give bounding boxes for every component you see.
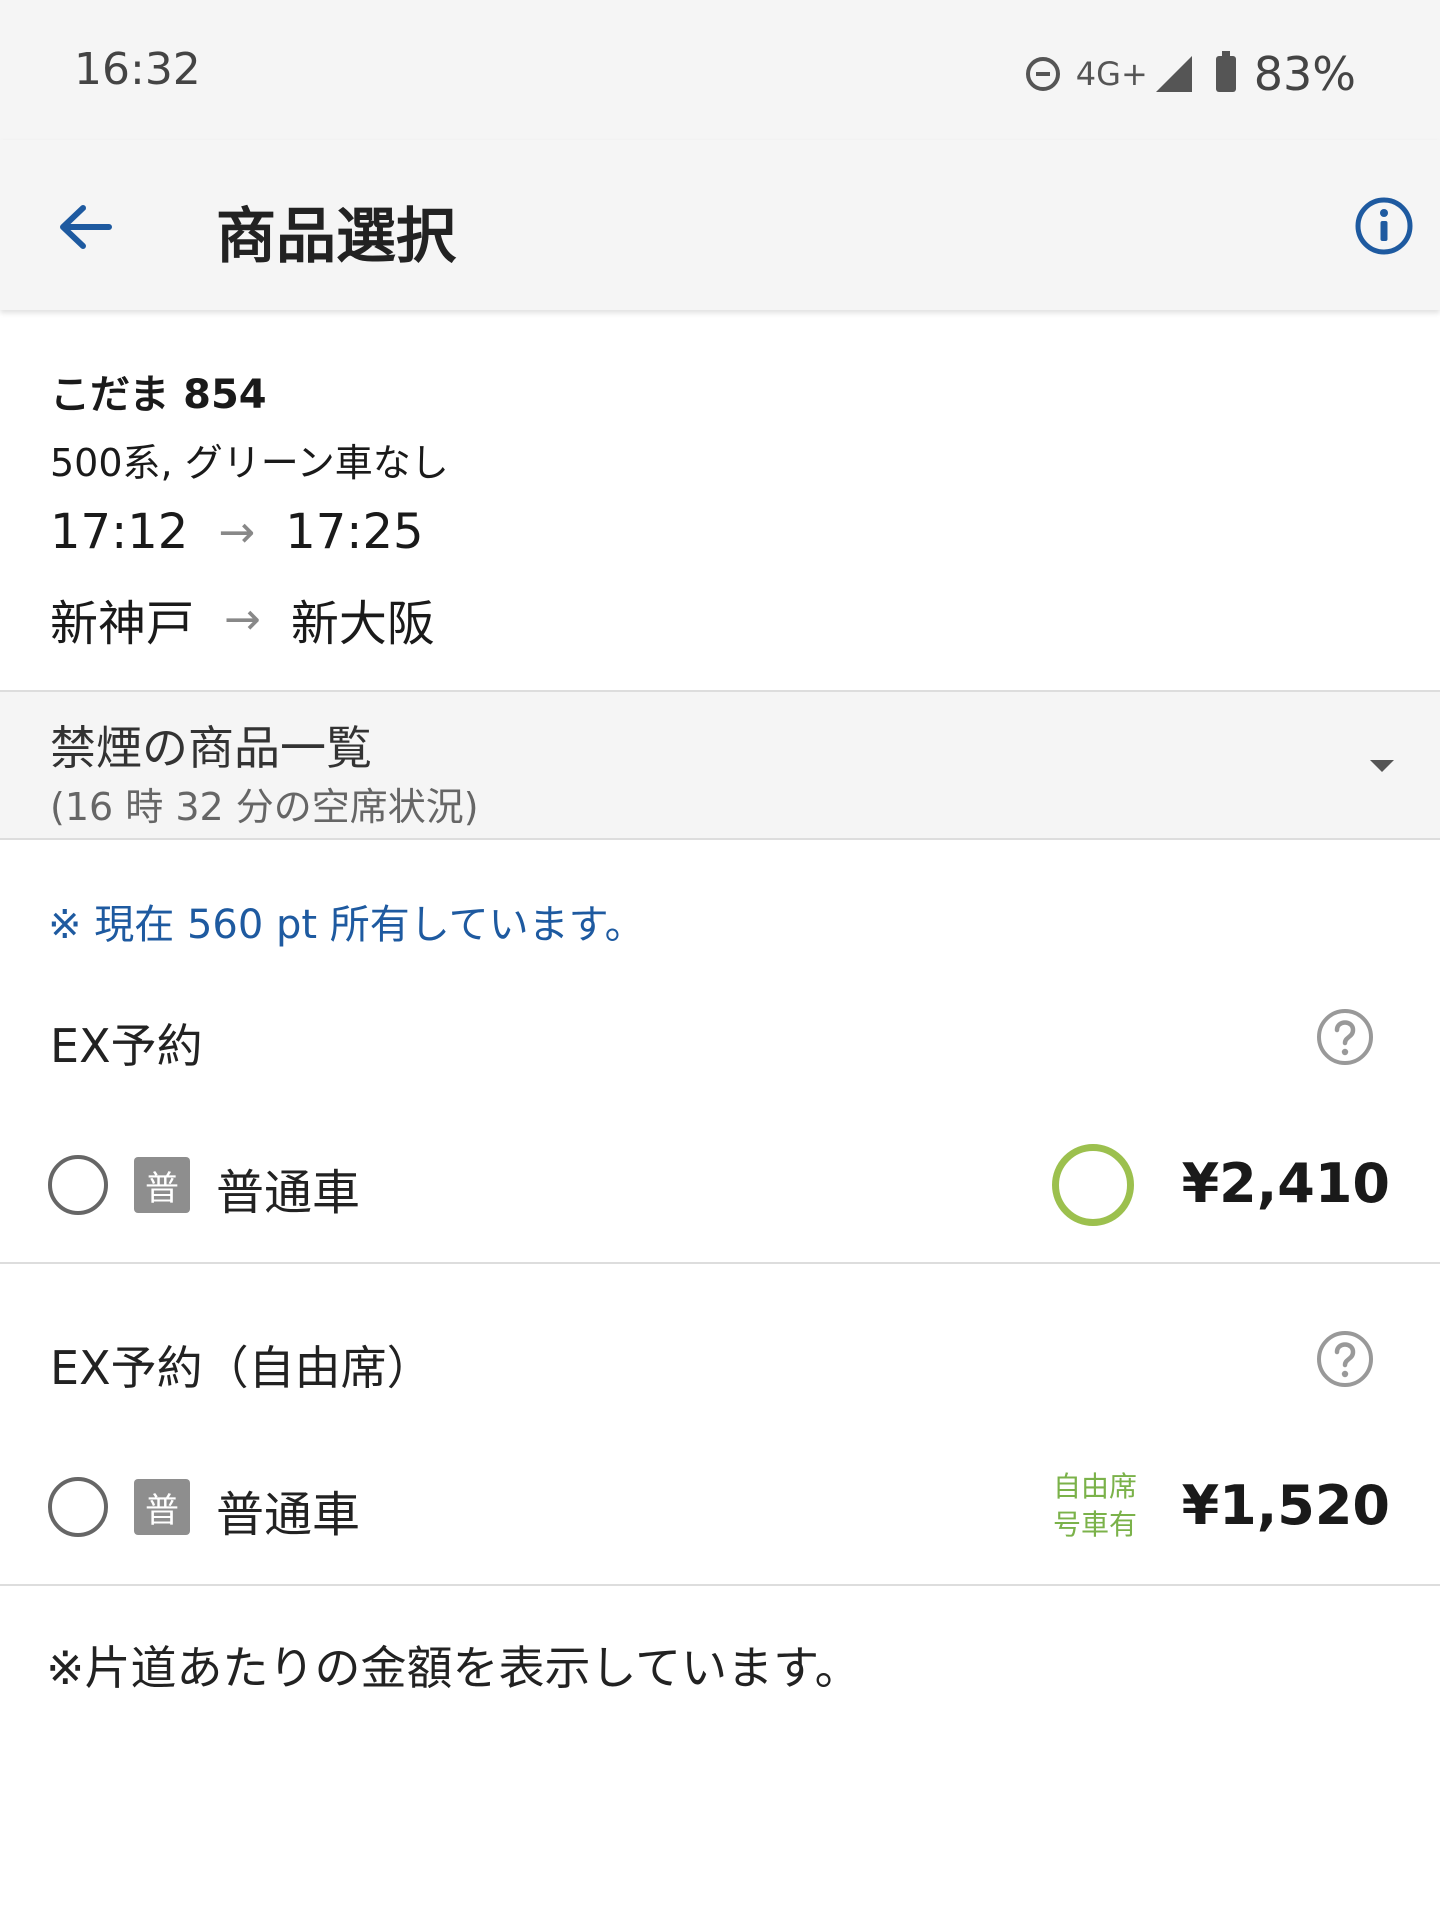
car-class-label: 普通車 xyxy=(216,1165,361,1221)
time-row: 17:12 → 17:25 xyxy=(50,504,424,560)
to-station: 新大阪 xyxy=(290,596,435,652)
signal-icon xyxy=(1155,56,1192,92)
arrow-right-icon: → xyxy=(224,593,261,645)
product-list-dropdown[interactable]: 禁煙の商品一覧 (16 時 32 分の空席状況) xyxy=(0,690,1440,840)
availability-timestamp: (16 時 32 分の空席状況) xyxy=(50,785,479,829)
do-not-disturb-icon xyxy=(1025,57,1060,91)
departure-time: 17:12 xyxy=(50,504,189,560)
price-ex-ordinary: ¥2,410 xyxy=(1181,1152,1390,1215)
question-circle-icon xyxy=(1317,1009,1373,1065)
option-row-ex-ordinary[interactable]: 普 普通車 ¥2,410 xyxy=(0,1110,1440,1260)
status-time: 16:32 xyxy=(74,44,201,95)
section-title-ex-unreserved: EX予約（自由席） xyxy=(50,1341,433,1395)
train-name: こだま 854 xyxy=(50,372,267,418)
unreserved-availability: 自由席 号車有 xyxy=(1050,1468,1140,1544)
info-button[interactable] xyxy=(1354,196,1414,256)
availability-line1: 自由席 xyxy=(1052,1470,1137,1503)
help-button-ex-unreserved[interactable] xyxy=(1316,1330,1374,1388)
status-icons: 4G+ 83% xyxy=(1025,44,1356,104)
dropdown-caret-icon xyxy=(1370,760,1394,772)
seat-available-icon xyxy=(1052,1144,1134,1226)
battery-icon xyxy=(1215,51,1236,92)
arrival-time: 17:25 xyxy=(285,504,424,560)
section-title-ex: EX予約 xyxy=(50,1019,203,1073)
price-ex-unreserved-ordinary: ¥1,520 xyxy=(1181,1474,1390,1537)
option-row-ex-unreserved-ordinary[interactable]: 普 普通車 自由席 号車有 ¥1,520 xyxy=(0,1432,1440,1582)
page-title: 商品選択 xyxy=(216,202,456,272)
arrow-back-icon xyxy=(60,205,112,249)
footer-note: ※片道あたりの金額を表示しています。 xyxy=(46,1641,861,1695)
status-bar: 16:32 4G+ 83% xyxy=(0,0,1440,140)
arrow-right-icon: → xyxy=(218,506,256,558)
divider xyxy=(0,1584,1440,1586)
info-icon xyxy=(1355,197,1413,255)
car-class-badge: 普 xyxy=(134,1479,190,1535)
help-button-ex[interactable] xyxy=(1316,1008,1374,1066)
car-class-badge: 普 xyxy=(134,1157,190,1213)
product-list-title: 禁煙の商品一覧 xyxy=(50,721,372,775)
station-row: 新神戸 → 新大阪 xyxy=(50,584,435,654)
from-station: 新神戸 xyxy=(50,596,195,652)
radio-ex-ordinary[interactable] xyxy=(48,1155,108,1215)
divider xyxy=(0,1262,1440,1264)
train-type: 500系, グリーン車なし xyxy=(50,441,449,485)
network-type: 4G+ xyxy=(1075,55,1148,93)
car-class-label: 普通車 xyxy=(216,1487,361,1543)
back-button[interactable] xyxy=(40,182,130,272)
radio-ex-unreserved-ordinary[interactable] xyxy=(48,1477,108,1537)
battery-percent: 83% xyxy=(1253,47,1356,101)
points-note: ※ 現在 560 pt 所有しています。 xyxy=(48,902,645,948)
question-circle-icon xyxy=(1317,1331,1373,1387)
availability-line2: 号車有 xyxy=(1052,1508,1137,1541)
